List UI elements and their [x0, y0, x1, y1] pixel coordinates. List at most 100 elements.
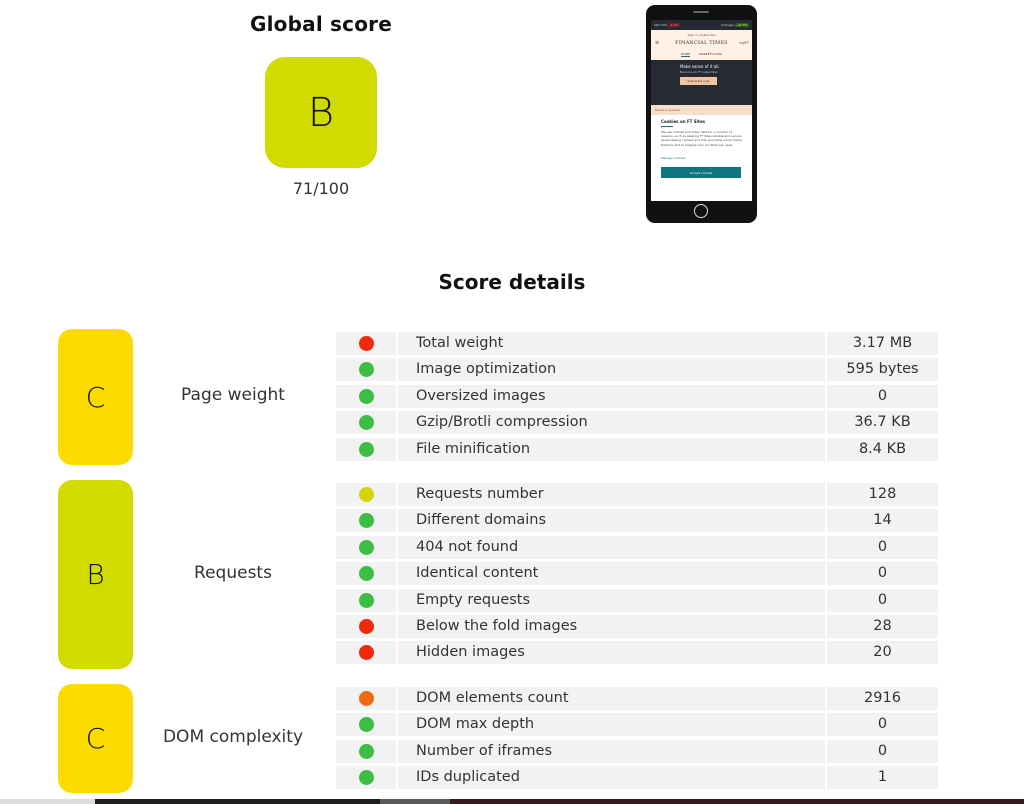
metric-row: Below the fold images 28 [336, 615, 938, 638]
cookie-divider [661, 126, 673, 127]
metric-status-cell [336, 358, 396, 381]
category-label: Page weight [181, 385, 285, 405]
preview-tab-home: HOME [680, 52, 691, 57]
preview-cookie-banner: Cookies on FT Sites We use cookies and o… [651, 115, 752, 201]
category-grade: C [85, 380, 106, 414]
status-dot-icon [358, 770, 374, 785]
metric-status-cell [336, 687, 396, 710]
metric-name: 404 not found [398, 536, 825, 559]
promo-subtitle: Become an FT subscriber [680, 70, 718, 74]
strip-segment [0, 799, 95, 804]
metric-status-cell [336, 713, 396, 736]
metric-name: DOM elements count [398, 687, 825, 710]
preview-tabs: HOME MARKETS DATA [651, 52, 752, 57]
metric-row: Empty requests 0 [336, 589, 938, 612]
metric-row: Total weight 3.17 MB [336, 332, 938, 355]
preview-header: Sign in | Subscribe ≡ FINANCIAL TIMES my… [651, 30, 752, 60]
status-dot-icon [358, 513, 374, 528]
status-dot-icon [358, 645, 374, 660]
metric-value: 1 [827, 766, 938, 789]
metric-name: Requests number [398, 483, 825, 506]
ticker-left-badge: -1.5% [667, 23, 681, 27]
status-dot-icon [358, 540, 374, 555]
global-grade: B [307, 89, 335, 136]
metric-value: 36.7 KB [827, 411, 938, 434]
metric-name: File minification [398, 438, 825, 461]
metric-row: DOM elements count 2916 [336, 687, 938, 710]
metric-value: 0 [827, 740, 938, 763]
metric-row: 404 not found 0 [336, 536, 938, 559]
preview-tab-markets: MARKETS DATA [699, 52, 723, 56]
metric-status-cell [336, 641, 396, 664]
promo-subscribe-button: Subscribe now [680, 77, 717, 85]
phone-speaker [693, 11, 709, 13]
global-grade-badge: B [265, 57, 377, 168]
status-dot-icon [358, 415, 374, 430]
metric-name: Empty requests [398, 589, 825, 612]
metric-name: DOM max depth [398, 713, 825, 736]
metric-row: Oversized images 0 [336, 385, 938, 408]
status-dot-icon [358, 691, 374, 706]
metric-row: Identical content 0 [336, 562, 938, 585]
metric-row: Number of iframes 0 [336, 740, 938, 763]
metric-name: Hidden images [398, 641, 825, 664]
ticker-left: S&P 500 [654, 23, 667, 27]
phone-home-button-icon [694, 204, 708, 218]
metric-value: 0 [827, 589, 938, 612]
strip-segment [95, 799, 380, 804]
metric-value: 0 [827, 562, 938, 585]
metric-value: 28 [827, 615, 938, 638]
category-grade-badge: C [58, 684, 133, 793]
status-dot-icon [358, 487, 374, 502]
metric-name: Image optimization [398, 358, 825, 381]
metric-status-cell [336, 589, 396, 612]
metric-status-cell [336, 332, 396, 355]
preview-back-link: Banks in turmoil [651, 105, 752, 115]
category-grade-badge: C [58, 329, 133, 465]
metric-status-cell [336, 385, 396, 408]
score-details-title: Score details [438, 270, 586, 294]
metric-row: Hidden images 20 [336, 641, 938, 664]
metric-row: File minification 8.4 KB [336, 438, 938, 461]
preview-promo: Make sense of it all. Become an FT subsc… [651, 60, 752, 105]
ticker-right: Changes [720, 23, 734, 27]
metric-value: 3.17 MB [827, 332, 938, 355]
metric-value: 0 [827, 385, 938, 408]
status-dot-icon [358, 744, 374, 759]
cookie-accept-button: Accept cookies [661, 167, 741, 178]
status-dot-icon [358, 336, 374, 351]
preview-myft: myFT [739, 41, 749, 45]
metric-name: Total weight [398, 332, 825, 355]
status-dot-icon [358, 389, 374, 404]
metric-name: Identical content [398, 562, 825, 585]
preview-brand: FINANCIAL TIMES [675, 40, 728, 46]
metric-status-cell [336, 509, 396, 532]
metric-name: Number of iframes [398, 740, 825, 763]
status-dot-icon [358, 442, 374, 457]
strip-segment [450, 799, 1024, 804]
category-grade: C [85, 722, 106, 755]
metric-name: Oversized images [398, 385, 825, 408]
metric-status-cell [336, 562, 396, 585]
metric-status-cell [336, 536, 396, 559]
metric-value: 128 [827, 483, 938, 506]
status-dot-icon [358, 566, 374, 581]
status-dot-icon [358, 362, 374, 377]
metric-value: 0 [827, 536, 938, 559]
metric-value: 20 [827, 641, 938, 664]
preview-screen: S&P 500 -1.5% Changes +0.7% Sign in | Su… [651, 20, 752, 201]
category-label: Requests [194, 562, 272, 583]
metric-name: Gzip/Brotli compression [398, 411, 825, 434]
metric-row: IDs duplicated 1 [336, 766, 938, 789]
metric-status-cell [336, 766, 396, 789]
mobile-preview: S&P 500 -1.5% Changes +0.7% Sign in | Su… [646, 5, 757, 223]
metric-status-cell [336, 615, 396, 638]
status-dot-icon [358, 619, 374, 634]
metric-value: 595 bytes [827, 358, 938, 381]
metric-status-cell [336, 483, 396, 506]
preview-ticker: S&P 500 -1.5% Changes +0.7% [651, 20, 752, 30]
metric-value: 14 [827, 509, 938, 532]
metric-row: Image optimization 595 bytes [336, 358, 938, 381]
preview-sign-links: Sign in | Subscribe [687, 33, 716, 37]
global-score-value: 71/100 [292, 179, 350, 198]
